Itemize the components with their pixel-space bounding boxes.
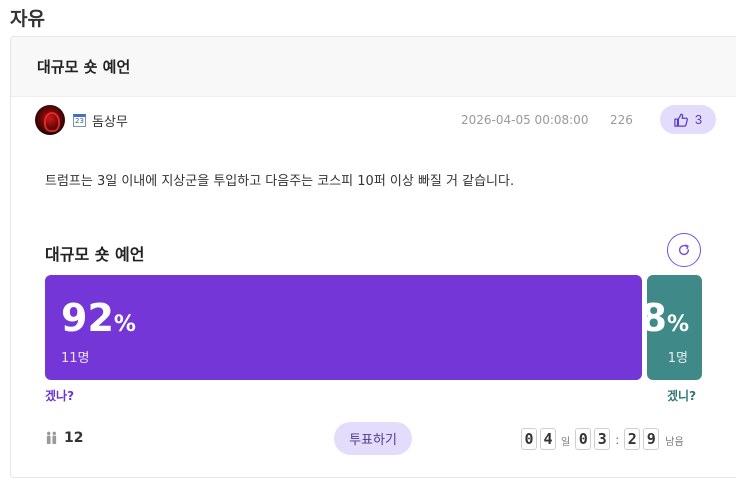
avatar[interactable] bbox=[35, 105, 65, 135]
countdown-day-digit-2: 4 bbox=[540, 428, 556, 450]
section-title: 자유 bbox=[10, 8, 45, 30]
refresh-button[interactable] bbox=[667, 233, 701, 267]
voter-count: 12 bbox=[45, 430, 83, 446]
countdown-minute-digit-2: 9 bbox=[643, 428, 660, 450]
option-b-label: 겠니? bbox=[667, 389, 697, 403]
view-count: 226 bbox=[610, 113, 633, 127]
option-b-count: 1명 bbox=[667, 351, 688, 366]
post-date: 2026-04-05 00:08:00 bbox=[461, 113, 589, 127]
poll-option-a[interactable]: 92% 11명 bbox=[45, 275, 642, 380]
refresh-icon bbox=[678, 244, 690, 256]
voter-number: 12 bbox=[64, 430, 84, 446]
post-title: 대규모 숏 예언 bbox=[37, 58, 131, 76]
countdown-hour-digit-2: 3 bbox=[594, 428, 611, 450]
like-button[interactable]: 3 bbox=[660, 105, 716, 134]
like-count: 3 bbox=[694, 112, 703, 127]
countdown-colon: : bbox=[615, 433, 620, 447]
option-a-count: 11명 bbox=[61, 351, 90, 366]
post-header: 대규모 숏 예언 bbox=[11, 37, 736, 97]
countdown-remaining-label: 남음 bbox=[665, 437, 684, 448]
vote-button[interactable]: 투표하기 bbox=[334, 422, 412, 455]
countdown-hour-digit-1: 0 bbox=[575, 428, 592, 450]
people-icon bbox=[46, 431, 57, 445]
countdown-timer: 0 4 일 0 3 : 2 9 남음 bbox=[521, 428, 684, 450]
poll-option-b[interactable]: 8% 1명 bbox=[647, 275, 702, 380]
post-body: 트럼프는 3일 이내에 지상군을 투입하고 다음주는 코스피 10퍼 이상 빠질… bbox=[45, 174, 515, 189]
post-card: 대규모 숏 예언 23 돔상무 2026-04-05 00:08:00 226 … bbox=[10, 36, 736, 478]
post-meta: 23 돔상무 2026-04-05 00:08:00 226 3 bbox=[35, 104, 717, 136]
countdown-minute-digit-1: 2 bbox=[624, 428, 641, 450]
poll-title: 대규모 숏 예언 bbox=[45, 245, 145, 264]
countdown-day-digit-1: 0 bbox=[521, 428, 537, 450]
countdown-day-label: 일 bbox=[561, 437, 571, 448]
option-a-label: 겠나? bbox=[45, 389, 75, 403]
author-name[interactable]: 돔상무 bbox=[92, 111, 128, 130]
calendar-icon: 23 bbox=[73, 113, 86, 127]
option-a-percent: 92% bbox=[61, 296, 136, 340]
thumbs-up-icon bbox=[674, 113, 688, 127]
option-b-percent: 8% bbox=[647, 299, 689, 337]
